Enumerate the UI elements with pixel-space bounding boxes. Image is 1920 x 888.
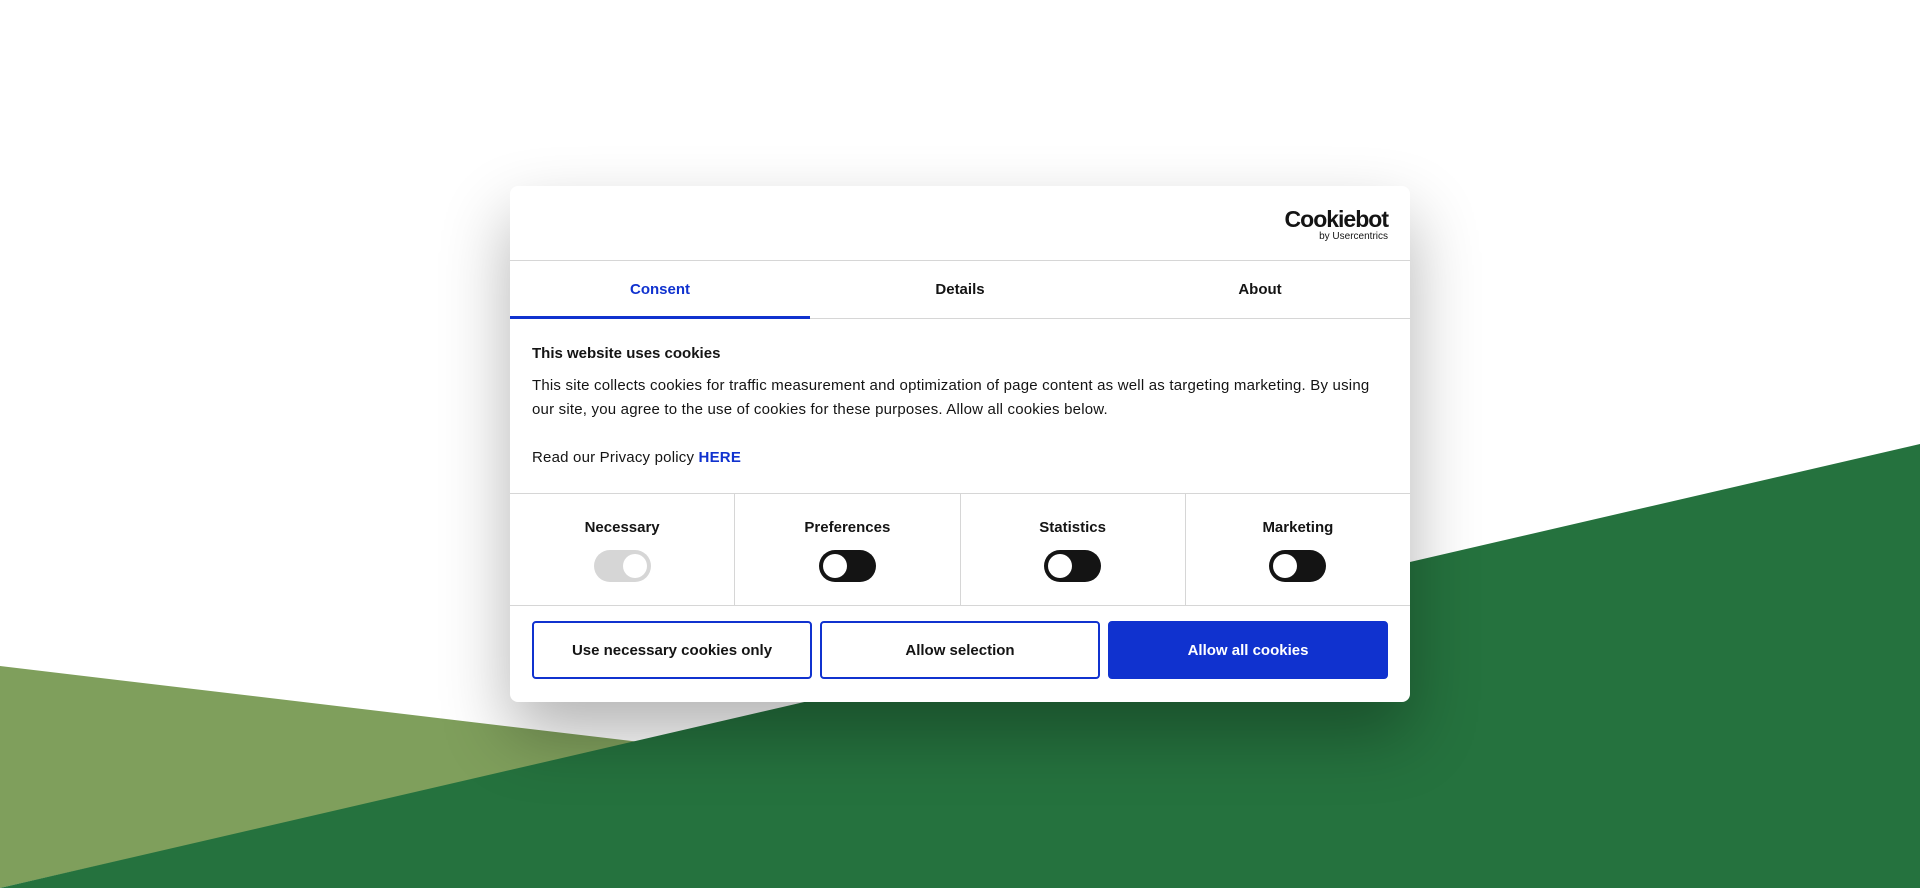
logo-brand: Cookiebot: [1284, 206, 1389, 232]
cookiebot-logo: Cookiebot by Usercentrics: [1284, 206, 1389, 243]
tab-details[interactable]: Details: [810, 261, 1110, 318]
category-statistics: Statistics: [961, 494, 1186, 605]
privacy-policy-line: Read our Privacy policy HERE: [532, 446, 1388, 470]
category-marketing: Marketing: [1186, 494, 1410, 605]
preferences-toggle[interactable]: [818, 550, 876, 582]
category-label: Marketing: [1262, 519, 1334, 536]
statistics-toggle[interactable]: [1044, 550, 1102, 582]
category-preferences: Preferences: [735, 494, 961, 605]
toggle-knob: [1273, 554, 1298, 578]
dialog-tabs: Consent Details About: [510, 261, 1410, 319]
category-label: Preferences: [804, 519, 891, 536]
category-label: Necessary: [584, 519, 660, 536]
consent-title: This website uses cookies: [532, 345, 721, 362]
tab-consent[interactable]: Consent: [510, 261, 810, 319]
logo-sub: by Usercentrics: [1319, 231, 1388, 242]
category-label: Statistics: [1039, 519, 1106, 536]
tab-about[interactable]: About: [1110, 261, 1410, 318]
dialog-header: Cookiebot by Usercentrics: [510, 186, 1410, 261]
use-necessary-only-button[interactable]: Use necessary cookies only: [532, 621, 812, 679]
toggle-knob: [1048, 554, 1073, 578]
allow-selection-button[interactable]: Allow selection: [820, 621, 1100, 679]
privacy-policy-text: Read our Privacy policy: [532, 449, 695, 466]
necessary-toggle: [593, 550, 651, 582]
consent-text: This site collects cookies for traffic m…: [532, 377, 1370, 418]
allow-all-button[interactable]: Allow all cookies: [1108, 621, 1388, 679]
category-necessary: Necessary: [510, 494, 736, 605]
dialog-actions: Use necessary cookies only Allow selecti…: [510, 606, 1410, 679]
toggle-knob: [622, 554, 647, 578]
marketing-toggle[interactable]: [1269, 550, 1327, 582]
cookie-categories: Necessary Preferences Statistics Marketi…: [510, 494, 1410, 606]
cookie-consent-dialog: Cookiebot by Usercentrics Consent Detail…: [510, 186, 1410, 702]
privacy-policy-link[interactable]: HERE: [699, 449, 741, 466]
toggle-knob: [822, 554, 847, 578]
consent-body: This website uses cookies This site coll…: [510, 319, 1410, 494]
